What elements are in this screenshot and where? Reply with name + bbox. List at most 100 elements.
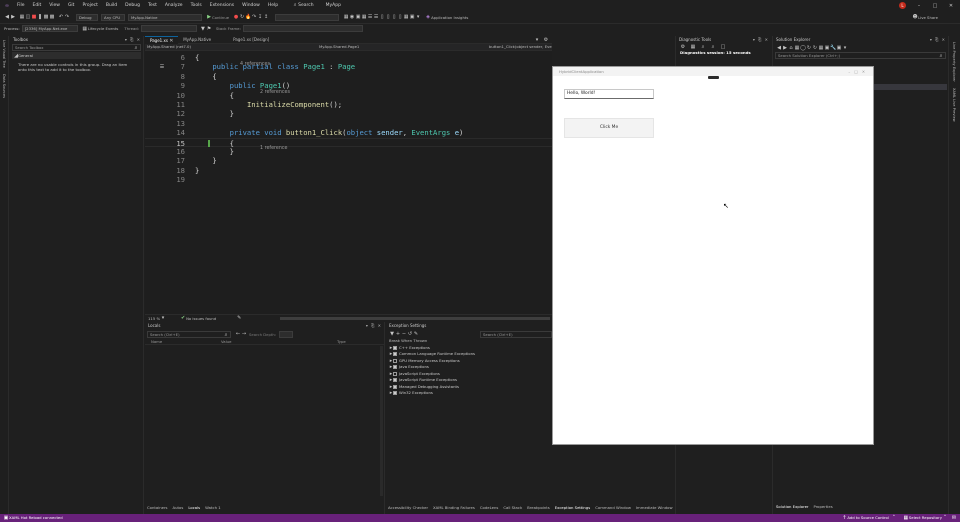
xaml-live-preview-tab[interactable]: XAML Live Preview — [952, 88, 956, 122]
tab-overflow-icon[interactable]: ▾ — [534, 37, 540, 43]
tab-xaml-binding-failures[interactable]: XAML Binding Failures — [433, 504, 475, 512]
exception-checkbox[interactable] — [393, 384, 397, 389]
exception-checkbox[interactable] — [393, 391, 397, 395]
hello-textbox[interactable]: Hello, World! — [564, 89, 654, 99]
menu-view[interactable]: View — [45, 0, 64, 11]
codelens-references[interactable]: 2 references — [260, 90, 290, 95]
member-dropdown[interactable]: button1_Click(object sender, EventArgs e… — [487, 44, 552, 51]
live-share-button[interactable]: Live Share — [918, 15, 938, 20]
process-dropdown[interactable]: [2336] MyApp.Net.exe — [21, 25, 78, 32]
select-repository[interactable]: Select Repository — [909, 514, 942, 522]
tab-solution-explorer[interactable]: Solution Explorer — [776, 503, 808, 511]
tab-page1-xs[interactable]: Page1.xs ✕ — [145, 35, 179, 44]
exception-checkbox[interactable] — [393, 365, 397, 369]
click-me-button[interactable]: Click Me — [564, 118, 654, 138]
selected-tree-row[interactable] — [873, 84, 947, 90]
tab-locals[interactable]: Locals — [188, 504, 200, 512]
toolbox-group-general[interactable]: ◢General — [12, 52, 141, 59]
tab-breakpoints[interactable]: Breakpoints — [527, 504, 550, 512]
live-visual-tree-tab[interactable]: Live Visual Tree — [2, 40, 6, 68]
panel-controls-icon[interactable]: ▾ ⎘ ✕ — [366, 322, 382, 330]
close-icon[interactable]: ✕ — [948, 3, 954, 9]
search-button[interactable]: ⌕ Search — [288, 0, 317, 11]
startup-project-dropdown[interactable]: MyApp.Native — [128, 13, 202, 21]
project-dropdown[interactable]: MyApp.Shared (net7.0) — [145, 44, 317, 51]
codelens-references[interactable]: 1 reference — [260, 146, 287, 151]
tab-page1-design[interactable]: Page1.xs [Design] — [228, 36, 274, 44]
exceptions-search-input[interactable]: Search (Ctrl+E) — [480, 330, 552, 338]
app-title-bar[interactable]: HybridClientApplication –□✕ — [553, 67, 873, 76]
issues-status[interactable]: No issues found — [186, 315, 216, 322]
minimize-icon[interactable]: – — [916, 3, 922, 9]
col-type[interactable]: Type — [337, 338, 346, 345]
tab-autos[interactable]: Autos — [173, 504, 184, 512]
zoom-level[interactable]: 115 % — [148, 315, 160, 322]
thread-dropdown[interactable] — [140, 25, 197, 32]
menu-edit[interactable]: Edit — [29, 0, 46, 11]
lifecycle-events[interactable]: Lifecycle Events — [88, 26, 119, 31]
app-window-controls-icon[interactable]: –□✕ — [848, 67, 869, 76]
tab-myapp-native[interactable]: MyApp.Native — [178, 36, 216, 44]
class-dropdown[interactable]: MyApp.Shared.Page1 — [317, 44, 487, 51]
edit-conditions-icon[interactable]: ✎ — [413, 331, 419, 337]
menu-project[interactable]: Project — [78, 0, 101, 11]
exception-checkbox[interactable] — [393, 352, 397, 356]
target-dropdown[interactable] — [275, 13, 340, 21]
app-insights-button[interactable]: Application Insights — [431, 15, 468, 20]
tab-properties[interactable]: Properties — [813, 503, 832, 511]
exception-checkbox[interactable] — [393, 358, 397, 363]
col-name[interactable]: Name — [145, 338, 221, 345]
more-icon[interactable]: ▾ — [842, 45, 848, 51]
exception-checkbox[interactable] — [393, 345, 397, 350]
dropdown-icon[interactable]: ▾ — [415, 14, 421, 20]
code-area[interactable]: 6{ ☰ 7 public partial class Page1 : Page … — [145, 53, 552, 184]
menu-debug[interactable]: Debug — [121, 0, 144, 11]
flag-icon[interactable]: ⚑ — [206, 26, 212, 32]
exception-checkbox[interactable] — [393, 371, 397, 376]
menu-analyze[interactable]: Analyze — [161, 0, 187, 11]
forward-icon[interactable]: ▶ — [10, 14, 16, 20]
data-sources-tab[interactable]: Data Sources — [2, 74, 6, 98]
live-property-explorer-tab[interactable]: Live Property Explorer — [952, 42, 956, 82]
tab-accessibility-checker[interactable]: Accessibility Checker — [388, 504, 428, 512]
tab-immediate-window[interactable]: Immediate Window — [636, 504, 673, 512]
settings-icon[interactable]: ⚙ — [543, 37, 549, 43]
app-toolbar-handle[interactable] — [708, 76, 719, 79]
exception-category-row[interactable]: ▸ Win32 Exceptions — [386, 390, 552, 397]
add-to-source-control[interactable]: Add to Source Control — [847, 514, 889, 522]
menu-test[interactable]: Test — [144, 0, 161, 11]
step-out-icon[interactable]: ↥ — [263, 14, 269, 20]
brush-icon[interactable]: ✎ — [236, 315, 242, 321]
panel-controls-icon[interactable]: ▾ ⎘ ✕ — [930, 36, 946, 44]
panel-controls-icon[interactable]: ▾ ⎘ ✕ — [753, 36, 769, 44]
maximize-icon[interactable]: □ — [932, 3, 938, 9]
notifications-icon[interactable]: ✉ — [951, 515, 957, 521]
tab-codelens[interactable]: CodeLens — [480, 504, 499, 512]
locals-search-input[interactable]: Search (Ctrl+E) ⌕ — [147, 330, 231, 338]
menu-help[interactable]: Help — [264, 0, 282, 11]
zoom-dropdown-icon[interactable]: ▾ — [160, 315, 166, 321]
save-all-icon[interactable]: ▩ — [49, 14, 55, 20]
vertical-scrollbar[interactable] — [380, 346, 383, 496]
menu-tools[interactable]: Tools — [187, 0, 206, 11]
menu-window[interactable]: Window — [238, 0, 264, 11]
app-window[interactable]: HybridClientApplication –□✕ Hello, World… — [552, 66, 874, 445]
stack-frame-dropdown[interactable] — [242, 25, 363, 32]
continue-button[interactable]: Continue — [212, 15, 229, 20]
tab-call-stack[interactable]: Call Stack — [503, 504, 522, 512]
exception-checkbox[interactable] — [393, 378, 397, 382]
solution-search-input[interactable]: Search Solution Explorer (Ctrl+;) ⌕ — [775, 52, 946, 59]
tab-watch-1[interactable]: Watch 1 — [205, 504, 220, 512]
config-dropdown[interactable]: Debug — [76, 13, 98, 21]
menu-file[interactable]: File — [13, 0, 29, 11]
search-depth-dropdown[interactable] — [279, 330, 294, 338]
profile-avatar[interactable]: L — [899, 2, 906, 9]
platform-dropdown[interactable]: Any CPU — [101, 13, 125, 21]
horizontal-scrollbar[interactable] — [280, 316, 550, 320]
codelens-references[interactable]: 4 references — [240, 62, 270, 67]
forward-icon[interactable]: → — [241, 331, 247, 337]
tab-exception-settings[interactable]: Exception Settings — [555, 504, 590, 512]
tab-command-window[interactable]: Command Window — [595, 504, 631, 512]
redo-icon[interactable]: ↷ — [64, 14, 70, 20]
menu-extensions[interactable]: Extensions — [206, 0, 238, 11]
